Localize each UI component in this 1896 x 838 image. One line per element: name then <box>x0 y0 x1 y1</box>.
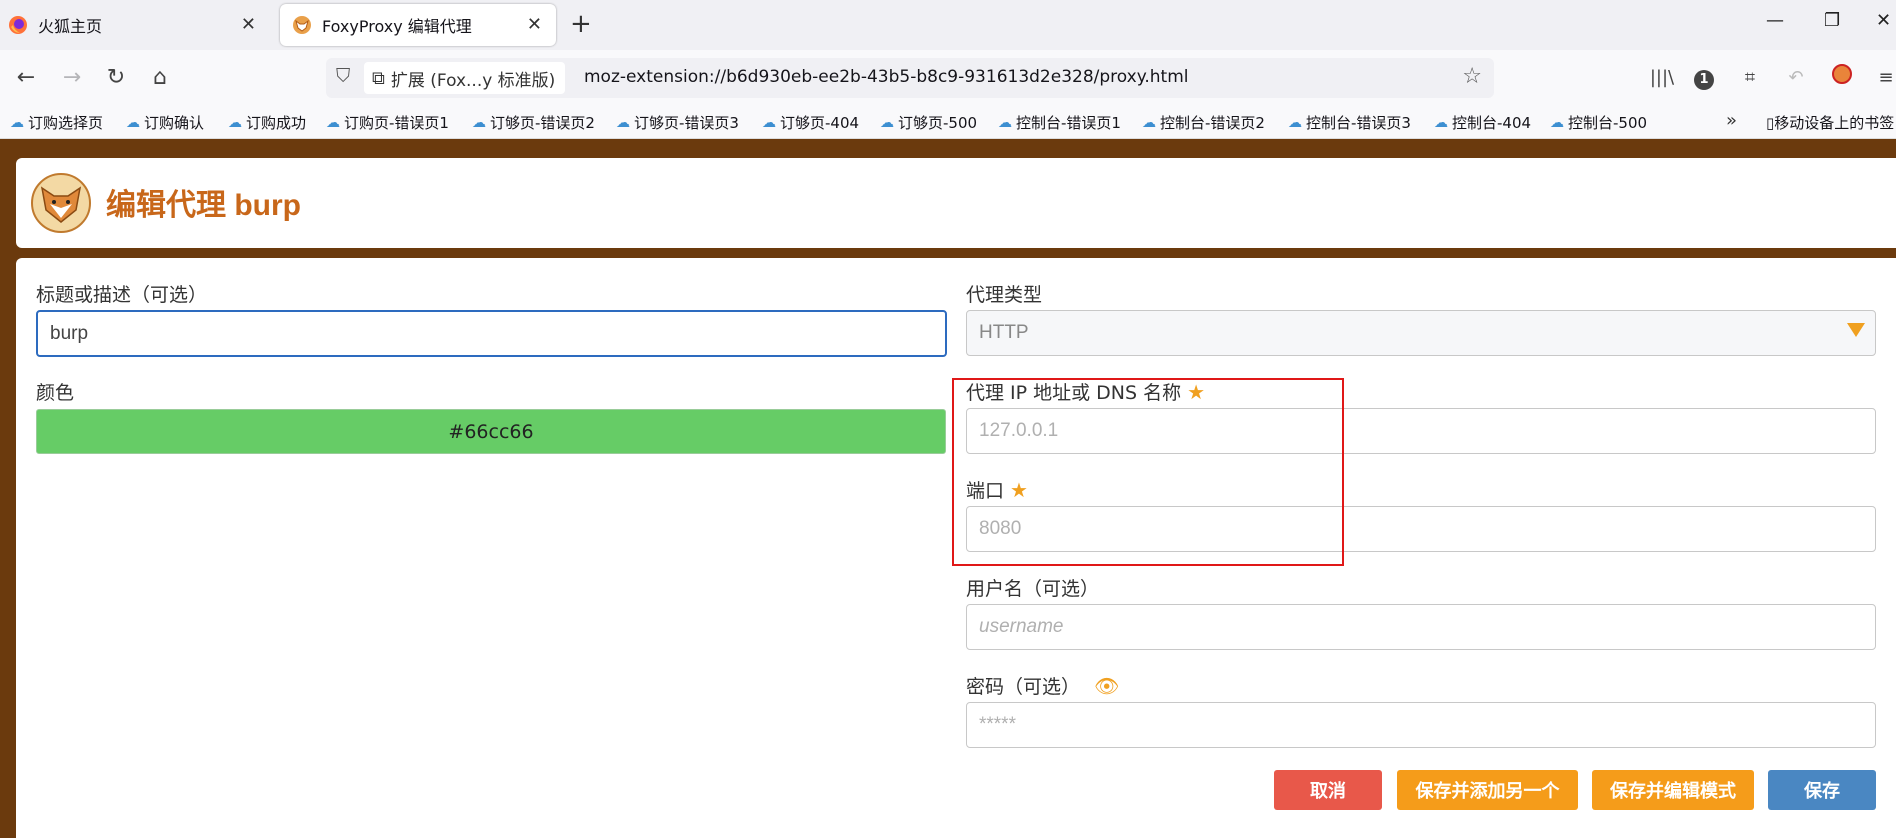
cancel-button[interactable]: 取消 <box>1274 770 1382 810</box>
minimize-icon[interactable]: — <box>1766 10 1784 31</box>
cloud-icon: ☁ <box>1434 114 1448 131</box>
cloud-icon: ☁ <box>1142 114 1156 131</box>
color-label: 颜色 <box>36 382 75 404</box>
cloud-icon: ☁ <box>228 114 242 131</box>
username-label: 用户名（可选） <box>966 578 1100 600</box>
tab-label: FoxyProxy 编辑代理 <box>322 17 472 36</box>
chevron-right-icon[interactable]: » <box>1726 110 1737 131</box>
crop-icon[interactable]: ⌗ <box>1736 64 1764 92</box>
bookmark-item[interactable]: ☁ 订够页-错误页3 <box>616 112 739 133</box>
badge-count: 1 <box>1694 70 1714 90</box>
undo-icon[interactable]: ↶ <box>1782 64 1810 92</box>
window-close-icon[interactable]: ✕ <box>1876 10 1891 31</box>
password-label: 密码（可选） 👁 <box>966 673 1120 699</box>
bookmark-item[interactable]: ☁ 控制台-错误页3 <box>1288 112 1411 133</box>
cloud-icon: ☁ <box>126 114 140 131</box>
library-icon[interactable]: |||\ <box>1648 64 1676 92</box>
dropdown-arrow-icon <box>1847 323 1865 337</box>
shield-icon[interactable]: ⛉ <box>336 65 350 87</box>
forward-icon[interactable]: → <box>58 64 86 92</box>
puzzle-icon: ⧉ <box>372 67 385 89</box>
username-input[interactable]: username <box>966 604 1876 650</box>
extension-label: 扩展 (Fox...y 标准版) <box>390 70 556 91</box>
tab-label: 火狐主页 <box>38 17 103 36</box>
foxyproxy-logo-icon <box>30 172 92 234</box>
save-and-edit-button[interactable]: 保存并编辑模式 <box>1592 770 1754 810</box>
cloud-icon: ☁ <box>1288 114 1302 131</box>
foxyproxy-icon <box>292 15 312 35</box>
title-label: 标题或描述（可选） <box>36 284 208 306</box>
cloud-icon: ☁ <box>326 114 340 131</box>
bookmark-item[interactable]: ☁ 订够页-404 <box>762 112 859 133</box>
save-button[interactable]: 保存 <box>1768 770 1876 810</box>
extension-identity[interactable]: ⧉ 扩展 (Fox...y 标准版) <box>364 62 566 94</box>
tab-bar: 火狐主页 ✕ FoxyProxy 编辑代理 ✕ + — ❐ ✕ <box>0 0 1896 50</box>
bookmark-item[interactable]: ☁ 控制台-500 <box>1550 112 1647 133</box>
bookmark-item[interactable]: ☁ 订购选择页 <box>10 112 103 133</box>
bookmark-item[interactable]: ☁ 订够页-500 <box>880 112 977 133</box>
reload-icon[interactable]: ↻ <box>102 64 130 92</box>
bookmark-item[interactable]: ☁ 控制台-错误页2 <box>1142 112 1265 133</box>
host-input[interactable]: 127.0.0.1 <box>966 408 1876 454</box>
cloud-icon: ☁ <box>10 114 24 131</box>
tab-firefox-home[interactable]: 火狐主页 ✕ <box>8 4 270 46</box>
home-icon[interactable]: ⌂ <box>146 64 174 92</box>
tab-foxyproxy[interactable]: FoxyProxy 编辑代理 ✕ <box>280 4 556 46</box>
firefox-icon <box>8 15 28 35</box>
port-input[interactable]: 8080 <box>966 506 1876 552</box>
cloud-icon: ☁ <box>762 114 776 131</box>
menu-icon[interactable]: ≡ <box>1872 64 1896 92</box>
cloud-icon: ☁ <box>616 114 630 131</box>
bookmarks-bar: ☁ 订购选择页 ☁ 订购确认 ☁ 订购成功 ☁ 订购页-错误页1 ☁ 订够页-错误页2 ☁… <box>0 106 1896 139</box>
new-tab-icon[interactable]: + <box>570 10 592 38</box>
url-text[interactable]: moz-extension://b6d930eb-ee2b-43b5-b8c9-… <box>584 67 1189 87</box>
title-input[interactable]: burp <box>36 310 947 357</box>
bookmark-item[interactable]: ☁ 订购确认 <box>126 112 204 133</box>
bookmark-item[interactable]: ☁ 订够页-错误页2 <box>472 112 595 133</box>
badge-icon[interactable]: 1 <box>1690 64 1718 92</box>
close-icon[interactable]: ✕ <box>527 14 542 35</box>
restore-icon[interactable]: ❐ <box>1824 10 1840 31</box>
back-icon[interactable]: ← <box>12 64 40 92</box>
bookmark-star-icon[interactable]: ☆ <box>1462 64 1482 89</box>
proxy-type-select[interactable]: HTTP <box>966 310 1876 356</box>
header-card: 编辑代理 burp <box>16 158 1896 248</box>
cloud-icon: ☁ <box>472 114 486 131</box>
port-label: 端口 ★ <box>966 477 1028 503</box>
password-input[interactable]: ***** <box>966 702 1876 748</box>
cloud-icon: ☁ <box>998 114 1012 131</box>
bookmark-item[interactable]: ☁ 订购成功 <box>228 112 306 133</box>
foxyproxy-toolbar-icon[interactable] <box>1828 64 1856 92</box>
required-star-icon: ★ <box>1010 477 1028 502</box>
eye-icon[interactable]: 👁 <box>1094 674 1119 698</box>
page-title: 编辑代理 burp <box>106 189 301 222</box>
save-and-add-button[interactable]: 保存并添加另一个 <box>1397 770 1578 810</box>
url-bar[interactable]: ⛉ ⧉ 扩展 (Fox...y 标准版) moz-extension://b6d… <box>326 58 1494 98</box>
proxy-type-value: HTTP <box>979 322 1029 343</box>
cloud-icon: ☁ <box>880 114 894 131</box>
bookmark-item[interactable]: ☁ 订购页-错误页1 <box>326 112 449 133</box>
mobile-bookmarks[interactable]: ▯移动设备上的书签 <box>1766 112 1894 133</box>
bookmark-item[interactable]: ☁ 控制台-错误页1 <box>998 112 1121 133</box>
color-picker[interactable]: #66cc66 <box>36 409 946 454</box>
required-star-icon: ★ <box>1187 379 1206 404</box>
cloud-icon: ☁ <box>1550 114 1564 131</box>
bookmark-item[interactable]: ☁ 控制台-404 <box>1434 112 1531 133</box>
proxy-type-label: 代理类型 <box>966 284 1043 306</box>
host-label: 代理 IP 地址或 DNS 名称 ★ <box>966 379 1206 405</box>
close-icon[interactable]: ✕ <box>241 14 256 35</box>
